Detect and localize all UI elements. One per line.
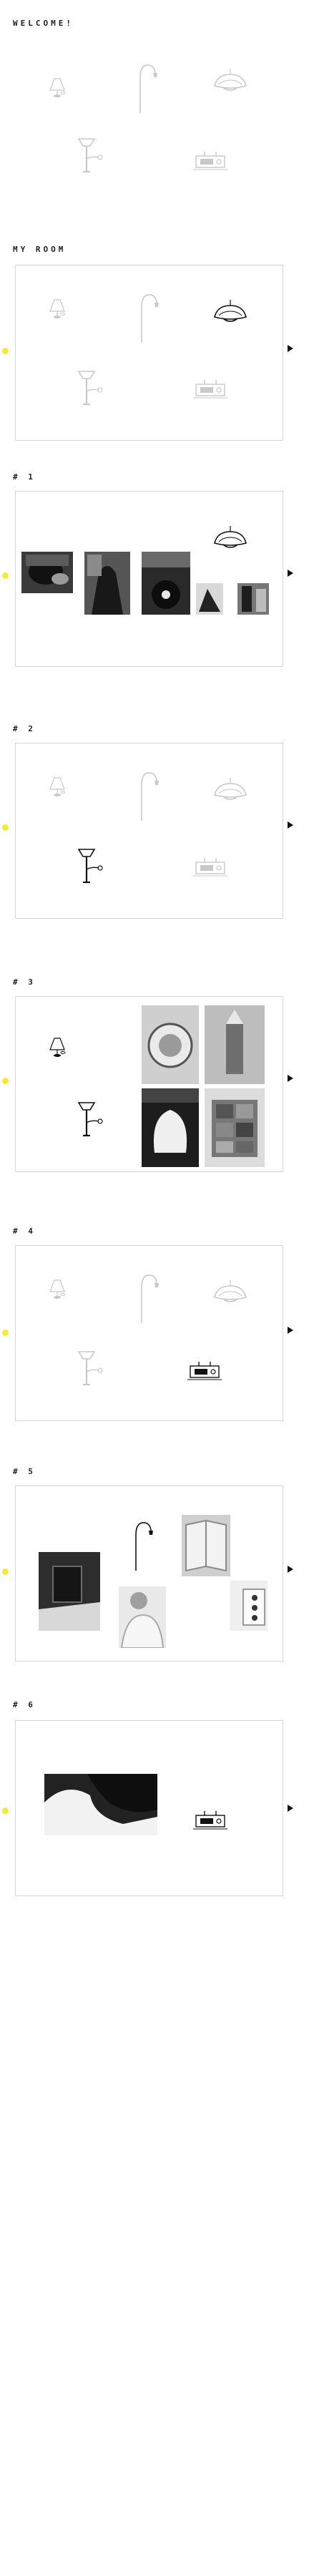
room-panel-4 — [15, 1245, 283, 1421]
mood-photo-1[interactable] — [44, 1774, 157, 1835]
wall-lamp-icon[interactable] — [77, 137, 104, 173]
room-panel-6 — [15, 1720, 283, 1896]
mood-photo-3[interactable] — [142, 552, 190, 615]
mood-photo-2[interactable] — [84, 552, 130, 615]
yellow-dot-icon[interactable] — [2, 572, 9, 579]
mood-photo-2[interactable] — [119, 1586, 166, 1648]
arc-floor-lamp-icon[interactable] — [137, 293, 160, 344]
mood-photo-4[interactable] — [205, 1088, 265, 1167]
section-1-heading: # 1 — [13, 472, 36, 482]
yellow-dot-icon[interactable] — [2, 1078, 9, 1084]
right-arrow-icon[interactable] — [288, 1327, 293, 1334]
desk-lamp-icon[interactable] — [49, 1279, 66, 1299]
radio-icon[interactable] — [192, 1810, 232, 1831]
radio-icon[interactable] — [187, 1360, 226, 1382]
right-arrow-icon[interactable] — [288, 1075, 293, 1082]
mood-photo-4[interactable] — [196, 583, 223, 615]
wall-lamp-icon[interactable] — [77, 370, 104, 406]
yellow-dot-icon[interactable] — [2, 1330, 9, 1336]
arc-floor-lamp-icon[interactable] — [132, 1521, 154, 1572]
section-5-heading: # 5 — [13, 1467, 36, 1476]
mood-photo-1[interactable] — [142, 1005, 199, 1084]
wall-lamp-icon[interactable] — [77, 848, 104, 884]
mood-photo-1[interactable] — [39, 1552, 100, 1631]
pendant-lamp-icon[interactable] — [213, 1279, 247, 1302]
yellow-dot-icon[interactable] — [2, 348, 9, 354]
pendant-lamp-icon[interactable] — [213, 525, 247, 548]
right-arrow-icon[interactable] — [288, 1805, 293, 1812]
room-panel-my-room — [15, 265, 283, 441]
mood-photo-2[interactable] — [205, 1005, 265, 1084]
mood-photo-4[interactable] — [230, 1581, 268, 1631]
mood-photo-3[interactable] — [182, 1515, 230, 1576]
room-panel-3 — [15, 996, 283, 1172]
arc-floor-lamp-icon[interactable] — [137, 1273, 160, 1324]
yellow-dot-icon[interactable] — [2, 1807, 9, 1814]
welcome-heading: WELCOME! — [13, 19, 74, 28]
room-panel-1 — [15, 491, 283, 667]
radio-icon[interactable] — [192, 379, 228, 399]
pendant-lamp-icon[interactable] — [213, 68, 247, 91]
section-2-heading: # 2 — [13, 724, 36, 733]
room-panel-5 — [15, 1485, 283, 1662]
desk-lamp-icon[interactable] — [49, 77, 66, 98]
yellow-dot-icon[interactable] — [2, 824, 9, 831]
mood-photo-5[interactable] — [237, 583, 269, 615]
my-room-heading: MY ROOM — [13, 245, 67, 254]
hero-room — [0, 43, 309, 215]
right-arrow-icon[interactable] — [288, 821, 293, 829]
right-arrow-icon[interactable] — [288, 345, 293, 352]
wall-lamp-icon[interactable] — [77, 1101, 104, 1137]
section-6-heading: # 6 — [13, 1700, 36, 1709]
room-panel-2 — [15, 743, 283, 919]
desk-lamp-icon[interactable] — [49, 1037, 66, 1058]
wall-lamp-icon[interactable] — [77, 1350, 104, 1386]
arc-floor-lamp-icon[interactable] — [137, 771, 160, 822]
desk-lamp-icon[interactable] — [49, 776, 66, 797]
mood-photo-1[interactable] — [21, 552, 73, 593]
mood-photo-3[interactable] — [142, 1088, 199, 1167]
section-4-heading: # 4 — [13, 1226, 36, 1236]
arc-floor-lamp-icon[interactable] — [136, 63, 159, 114]
radio-icon[interactable] — [192, 150, 228, 170]
pendant-lamp-icon[interactable] — [213, 299, 247, 322]
desk-lamp-icon[interactable] — [49, 298, 66, 319]
radio-icon[interactable] — [192, 857, 228, 877]
pendant-lamp-icon[interactable] — [213, 777, 247, 800]
yellow-dot-icon[interactable] — [2, 1568, 9, 1575]
right-arrow-icon[interactable] — [288, 570, 293, 577]
section-3-heading: # 3 — [13, 977, 36, 987]
right-arrow-icon[interactable] — [288, 1566, 293, 1573]
